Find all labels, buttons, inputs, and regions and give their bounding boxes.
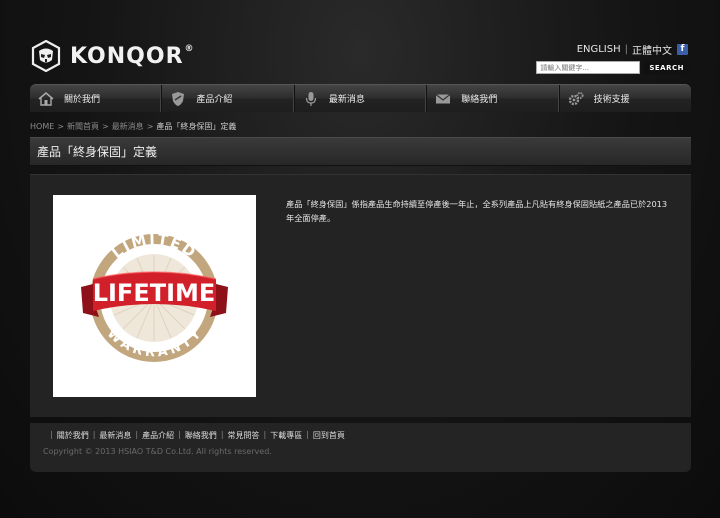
search-input[interactable] <box>536 61 641 74</box>
nav-label: 聯絡我們 <box>461 95 498 105</box>
footer-link-downloads[interactable]: 下載專區 <box>270 430 302 441</box>
nav-label: 最新消息 <box>328 95 365 105</box>
language-switcher: ENGLISH | 正體中文 f <box>577 42 688 57</box>
breadcrumb: HOME > 新聞首頁 > 最新消息 > 產品「終身保固」定義 <box>30 122 237 131</box>
footer-links: | 關於我們 | 最新消息 | 產品介紹 | 聯絡我們 | 常見問答 | 下載專… <box>50 430 345 441</box>
lang-separator: | <box>624 44 628 55</box>
badge-ribbon-text: LIFETIME <box>93 279 216 307</box>
search-form: SEARCH <box>536 61 690 74</box>
breadcrumb-news-home[interactable]: 新聞首頁 <box>67 122 99 131</box>
article-description: 產品「終身保固」係指產品生命持續至停產後一年止，全系列產品上凡貼有終身保固貼紙之… <box>286 199 668 223</box>
nav-item-contact[interactable]: 聯絡我們 <box>427 85 560 112</box>
site-logo[interactable]: KONQOR® <box>30 40 195 72</box>
microphone-icon <box>302 90 320 108</box>
footer-link-products[interactable]: 產品介紹 <box>142 430 174 441</box>
shield-icon <box>169 90 187 108</box>
nav-label: 產品介紹 <box>196 95 233 105</box>
nav-item-news[interactable]: 最新消息 <box>295 85 428 112</box>
konqor-helmet-icon <box>31 40 61 72</box>
nav-item-support[interactable]: 技術支援 <box>560 85 691 112</box>
lifetime-warranty-badge: LIMITED WARRANTY LIFETIME <box>81 230 228 362</box>
registered-mark: ® <box>184 43 195 54</box>
footer-link-contact[interactable]: 聯絡我們 <box>185 430 217 441</box>
page-title: 產品「終身保固」定義 <box>37 145 158 159</box>
brand-name: KONQOR® <box>70 43 195 69</box>
site-footer: | 關於我們 | 最新消息 | 產品介紹 | 聯絡我們 | 常見問答 | 下載專… <box>30 423 691 472</box>
home-icon <box>37 90 55 108</box>
nav-label: 技術支援 <box>593 95 630 105</box>
breadcrumb-home[interactable]: HOME <box>30 122 54 131</box>
nav-item-products[interactable]: 產品介紹 <box>162 85 295 112</box>
footer-link-home[interactable]: 回到首頁 <box>313 430 345 441</box>
breadcrumb-current: 產品「終身保固」定義 <box>156 122 237 131</box>
lang-chinese-link[interactable]: 正體中文 <box>632 42 672 57</box>
facebook-icon[interactable]: f <box>677 44 688 55</box>
lang-english-link[interactable]: ENGLISH <box>577 44 621 55</box>
mail-icon <box>434 90 452 108</box>
nav-label: 關於我們 <box>64 95 101 105</box>
footer-link-news[interactable]: 最新消息 <box>99 430 131 441</box>
copyright-text: Copyright © 2013 HSIAO T&D Co.Ltd. All r… <box>43 447 272 456</box>
gears-icon <box>567 90 585 108</box>
breadcrumb-latest-news[interactable]: 最新消息 <box>112 122 144 131</box>
main-nav: 關於我們 產品介紹 最新消息 聯絡我們 技術支援 <box>30 84 691 112</box>
warranty-badge-image: LIMITED WARRANTY LIFETIME <box>53 195 256 397</box>
footer-link-faq[interactable]: 常見問答 <box>228 430 260 441</box>
footer-link-about[interactable]: 關於我們 <box>57 430 89 441</box>
nav-item-about[interactable]: 關於我們 <box>30 85 163 112</box>
page-title-bar: 產品「終身保固」定義 <box>30 137 691 166</box>
search-button[interactable]: SEARCH <box>643 61 690 74</box>
article-content: LIMITED WARRANTY LIFETIME 產品「終身保固」係指產品生命… <box>30 174 691 417</box>
